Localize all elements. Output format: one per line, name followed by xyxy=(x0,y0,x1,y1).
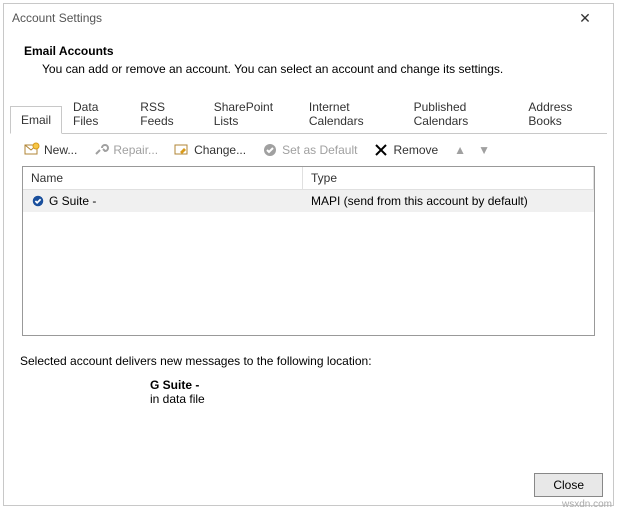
list-header: Name Type xyxy=(23,167,594,190)
change-button[interactable]: Change... xyxy=(170,140,250,160)
new-button[interactable]: New... xyxy=(20,140,81,160)
account-row[interactable]: G Suite - MAPI (send from this account b… xyxy=(23,190,594,212)
new-icon xyxy=(24,142,40,158)
tab-address-books[interactable]: Address Books xyxy=(517,93,607,134)
delivery-info: Selected account delivers new messages t… xyxy=(4,336,613,412)
remove-button[interactable]: Remove xyxy=(369,140,442,160)
window-close-icon[interactable]: ✕ xyxy=(565,10,605,27)
tab-sharepoint-lists[interactable]: SharePoint Lists xyxy=(203,93,298,134)
account-type-cell: MAPI (send from this account by default) xyxy=(303,190,594,212)
tab-rss-feeds[interactable]: RSS Feeds xyxy=(129,93,202,134)
column-name[interactable]: Name xyxy=(23,167,303,189)
repair-icon xyxy=(93,142,109,158)
move-up-button: ▲ xyxy=(450,141,466,159)
check-circle-icon xyxy=(262,142,278,158)
titlebar: Account Settings ✕ xyxy=(4,4,613,32)
remove-icon xyxy=(373,142,389,158)
page-heading: Email Accounts xyxy=(24,44,593,58)
default-check-icon xyxy=(31,194,45,208)
arrow-up-icon: ▲ xyxy=(454,143,466,157)
tab-email[interactable]: Email xyxy=(10,106,62,134)
account-name-cell: G Suite - xyxy=(23,190,303,212)
dialog-footer: Close xyxy=(534,473,603,497)
move-down-button: ▼ xyxy=(474,141,490,159)
account-list: Name Type G Suite - MAPI (send from this… xyxy=(22,166,595,336)
tab-data-files[interactable]: Data Files xyxy=(62,93,129,134)
set-default-button: Set as Default xyxy=(258,140,361,160)
tab-published-calendars[interactable]: Published Calendars xyxy=(403,93,518,134)
account-settings-dialog: Account Settings ✕ Email Accounts You ca… xyxy=(3,3,614,506)
tab-internet-calendars[interactable]: Internet Calendars xyxy=(298,93,403,134)
intro-block: Email Accounts You can add or remove an … xyxy=(4,32,613,92)
delivery-intro: Selected account delivers new messages t… xyxy=(20,354,597,368)
toolbar: New... Repair... Change... Set as Defaul… xyxy=(10,134,607,166)
delivery-location: in data file xyxy=(150,392,597,406)
close-button[interactable]: Close xyxy=(534,473,603,497)
change-icon xyxy=(174,142,190,158)
page-subheading: You can add or remove an account. You ca… xyxy=(42,62,593,76)
window-title: Account Settings xyxy=(12,11,565,25)
repair-button: Repair... xyxy=(89,140,162,160)
delivery-name: G Suite - xyxy=(150,378,597,392)
column-type[interactable]: Type xyxy=(303,167,594,189)
tab-strip: Email Data Files RSS Feeds SharePoint Li… xyxy=(4,92,613,336)
arrow-down-icon: ▼ xyxy=(478,143,490,157)
